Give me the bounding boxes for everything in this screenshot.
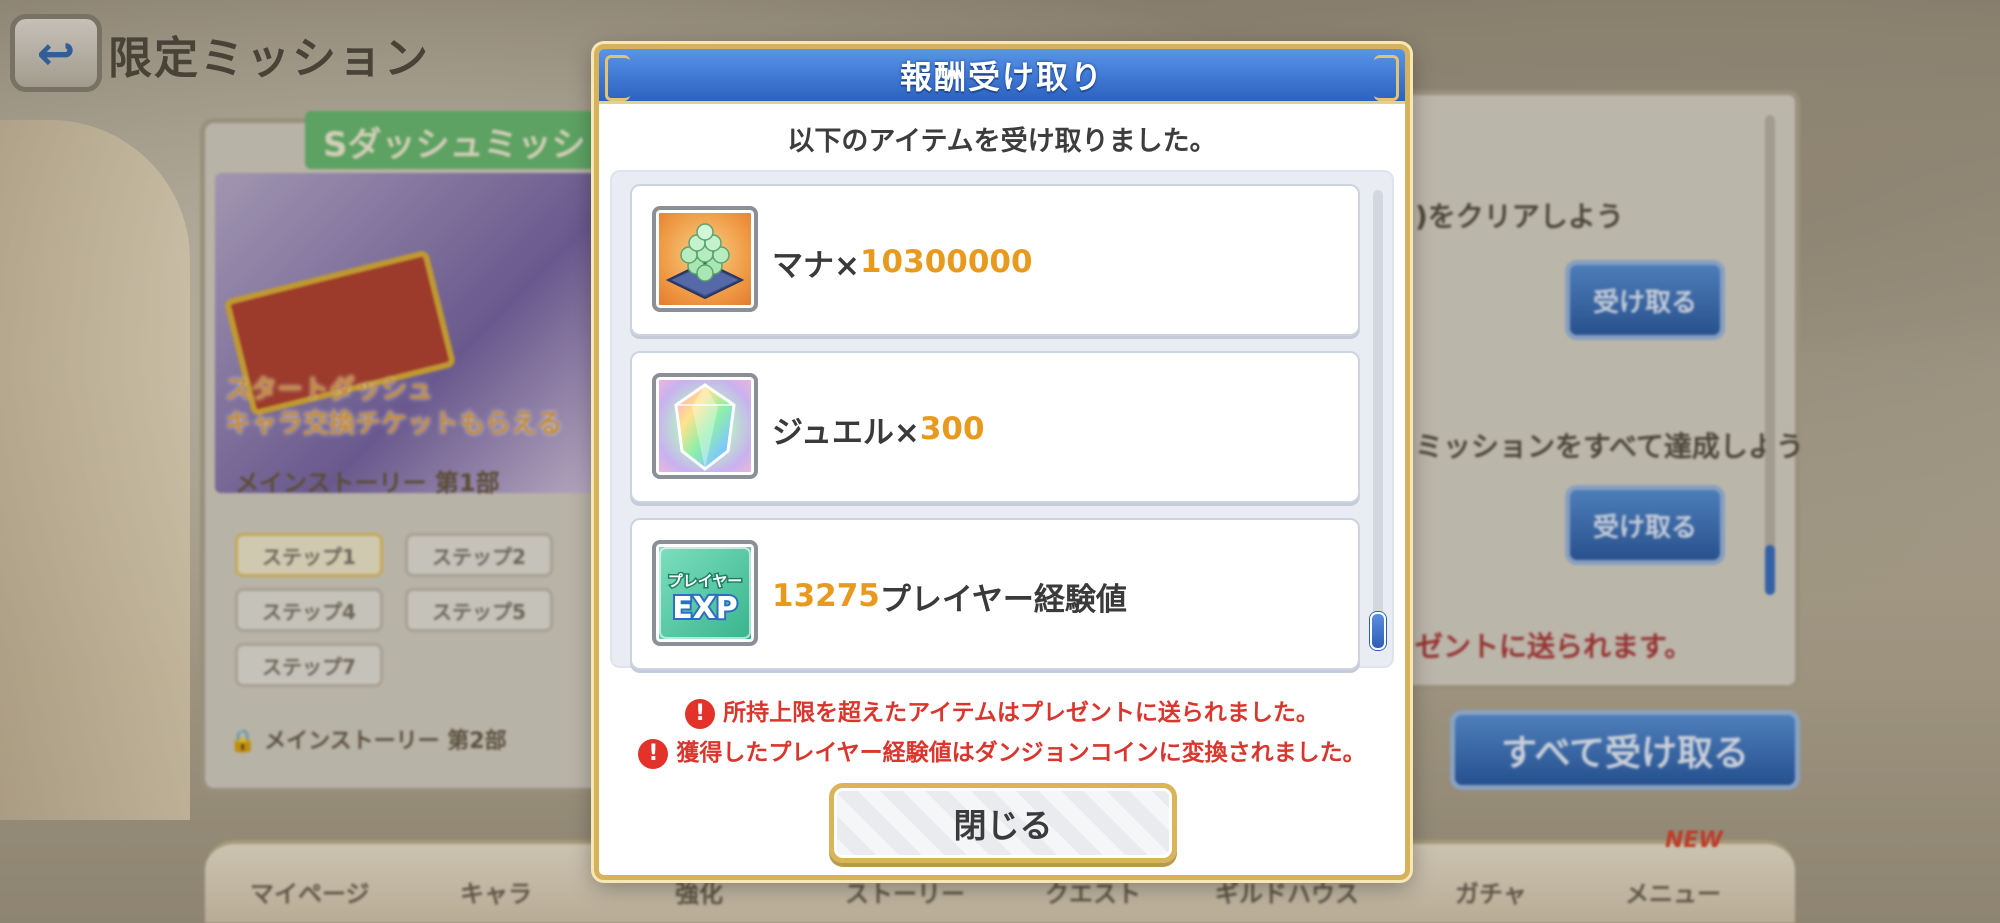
reward-item-player-exp: プレイヤー EXP 13275 プレイヤー経験値 (630, 518, 1360, 670)
mission-2-text: ミッションをすべて達成しよう (1415, 430, 1804, 463)
exp-icon-label: EXP (672, 591, 738, 626)
dialog-header: 報酬受け取り (599, 49, 1405, 104)
nav-item-character[interactable]: キャラ (460, 874, 532, 909)
notice-overflow: ! 所持上限を超えたアイテムはプレゼントに送られました。 (599, 693, 1405, 729)
reward-item-name: プレイヤー経験値 (879, 581, 1127, 618)
step-tab-1[interactable]: ステップ1 (235, 533, 383, 577)
step-tab-4[interactable]: ステップ4 (235, 588, 383, 632)
mission-notice: ゼントに送られます。 (1415, 630, 1693, 663)
notice-text: 獲得したプレイヤー経験値はダンジョンコインに変換されました。 (676, 740, 1366, 766)
mission-2-receive-button[interactable]: 受け取る (1565, 485, 1725, 565)
back-arrow-icon: ↩ (36, 26, 76, 80)
reward-item-label: マナ× 10300000 (772, 186, 1033, 338)
notice-exp-conversion: ! 獲得したプレイヤー経験値はダンジョンコインに変換されました。 (599, 733, 1405, 769)
banner-art-text: スタートダッシュ キャラ交換チケットもらえる (225, 375, 563, 439)
close-button[interactable]: 閉じる (829, 783, 1177, 863)
reward-item-label: ジュエル× 300 (772, 353, 985, 505)
nav-item-gacha[interactable]: ガチャ (1455, 874, 1527, 909)
exp-icon-caption: プレイヤー (668, 572, 743, 590)
mission-list-scrollbar[interactable] (1765, 115, 1775, 595)
new-badge: NEW (1665, 828, 1723, 853)
reward-item-name: ジュエル× (772, 414, 920, 451)
locked-chapter-label: 🔒 メインストーリー 第2部 (229, 729, 507, 754)
reward-item-jewel: ジュエル× 300 (630, 351, 1360, 503)
reward-list-scrollbar-thumb[interactable] (1370, 612, 1386, 650)
step-tab-2[interactable]: ステップ2 (405, 533, 553, 577)
mission-banner-panel: Sダッシュミッシ スタートダッシュ キャラ交換チケットもらえる メインストーリー… (200, 111, 625, 793)
mission-list-panel: )をクリアしよう 受け取る ミッションをすべて達成しよう 受け取る ゼントに送ら… (1400, 90, 1804, 690)
step-tab-5[interactable]: ステップ5 (405, 588, 553, 632)
top-bar: ↩ 限定ミッション (0, 0, 560, 100)
reward-item-mana: マナ× 10300000 (630, 184, 1360, 336)
story-chapter-label: メインストーリー 第1部 (235, 469, 500, 497)
reward-item-list[interactable]: マナ× 10300000 ジュエル× 300 プレイヤー EXP 13275 プ… (610, 170, 1394, 670)
jewel-icon (652, 373, 758, 479)
notice-text: 所持上限を超えたアイテムはプレゼントに送られました。 (723, 700, 1319, 726)
back-button[interactable]: ↩ (10, 14, 102, 92)
reward-item-name: マナ× (772, 247, 860, 284)
dialog-subtitle: 以下のアイテムを受け取りました。 (787, 126, 1217, 157)
reward-dialog: 報酬受け取り 以下のアイテムを受け取りました。 マナ× 10300000 ジュエ… (594, 44, 1410, 880)
player-exp-icon: プレイヤー EXP (652, 540, 758, 646)
reward-item-label: 13275 プレイヤー経験値 (772, 520, 1127, 672)
reward-item-amount: 13275 (772, 578, 880, 614)
mission-1-text: )をクリアしよう (1415, 200, 1624, 233)
mana-icon (652, 206, 758, 312)
warning-icon: ! (638, 738, 669, 769)
mission-1-receive-button[interactable]: 受け取る (1565, 260, 1725, 340)
reward-item-amount: 10300000 (859, 244, 1033, 280)
nav-item-menu[interactable]: メニュー (1625, 874, 1721, 909)
reward-item-amount: 300 (919, 411, 985, 447)
dialog-title: 報酬受け取り (899, 58, 1104, 96)
step-tab-7[interactable]: ステップ7 (235, 643, 383, 687)
reward-list-scrollbar-track[interactable] (1373, 190, 1383, 650)
warning-icon: ! (685, 698, 716, 729)
background-arch (0, 120, 190, 820)
banner-title: Sダッシュミッシ (305, 111, 625, 169)
lock-icon: 🔒 (229, 729, 257, 754)
page-title: 限定ミッション (108, 33, 430, 84)
nav-item-mypage[interactable]: マイページ (250, 874, 370, 909)
receive-all-button[interactable]: すべて受け取る (1450, 710, 1800, 790)
